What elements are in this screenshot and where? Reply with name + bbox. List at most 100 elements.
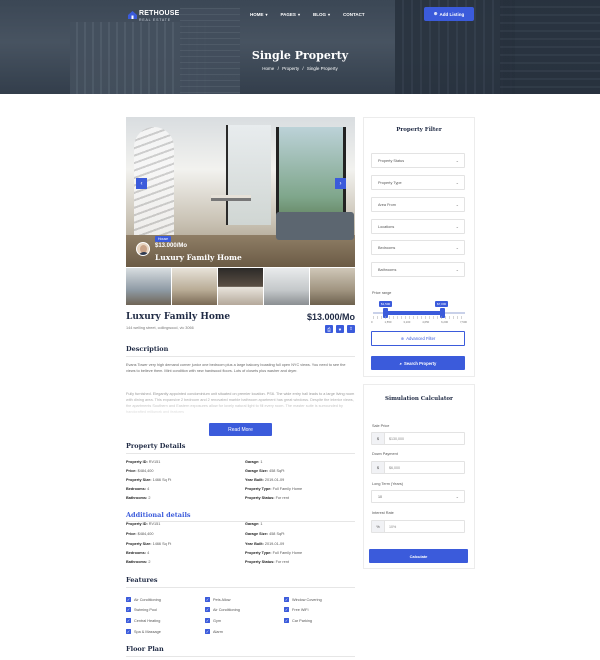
detail-garage-size: Garage Size: 458 SqFt	[245, 469, 285, 473]
additional-bedrooms: Bedrooms: 4	[126, 551, 150, 555]
checkbox-checked-icon: ✓	[205, 618, 210, 623]
thumbnail[interactable]	[172, 268, 217, 305]
area-from-select[interactable]: Area From ⌄	[371, 197, 465, 212]
add-listing-button[interactable]: ⊕ Add Listing	[424, 7, 474, 21]
breadcrumb-current: Single Property	[306, 66, 338, 71]
nav-blog[interactable]: BLOG ▾	[313, 12, 330, 17]
detail-bathrooms: Bathrooms: 2	[126, 496, 151, 500]
checkbox-checked-icon: ✓	[205, 629, 210, 634]
chevron-down-icon: ⌄	[455, 245, 459, 250]
house-logo-icon	[128, 11, 137, 19]
price-slider-range	[385, 311, 442, 315]
feature-item[interactable]: ✓ Free WiFi	[284, 607, 308, 612]
checkbox-checked-icon: ✓	[126, 618, 131, 623]
plus-circle-icon: ⊕	[400, 336, 405, 341]
additional-details-heading: Additional details	[126, 511, 191, 519]
breadcrumb-home[interactable]: Home	[262, 66, 274, 71]
feature-item[interactable]: ✓ Air Conditioning	[205, 607, 240, 612]
agent-avatar[interactable]	[136, 242, 150, 256]
detail-bedrooms: Bedrooms: 4	[126, 487, 150, 491]
search-property-button[interactable]: ⌕ Search Property	[371, 356, 465, 370]
features-heading: Features	[126, 576, 158, 584]
logo-tagline: REAL ESTATE	[139, 18, 171, 22]
down-payment-input[interactable]: $ $6,000	[371, 461, 465, 474]
additional-property-status: Property Status: For rent	[245, 560, 289, 564]
chevron-down-icon: ⌄	[455, 202, 459, 207]
chevron-down-icon: ⌄	[455, 224, 459, 229]
interest-rate-label: Interest Rate	[372, 511, 394, 515]
feature-item[interactable]: ✓ Spa & Massage	[126, 629, 161, 634]
feature-item[interactable]: ✓ Pets Allow	[205, 597, 231, 602]
property-filter-heading: Property Filter	[396, 127, 442, 133]
price-min-tooltip: $1,500	[379, 301, 393, 307]
property-title: Luxury Family Home	[126, 312, 231, 322]
long-term-select[interactable]: 10 ⌄	[371, 490, 465, 503]
property-type-badge: House	[155, 236, 172, 242]
sale-price-label: Sale Price	[372, 424, 390, 428]
print-icon[interactable]: ⎙	[325, 325, 333, 333]
nav-home[interactable]: HOME ▾	[250, 12, 268, 17]
floor-plan-heading: Floor Plan	[126, 645, 164, 653]
bedrooms-select[interactable]: Bedrooms ⌄	[371, 240, 465, 255]
property-status-select[interactable]: Property Status ⌄	[371, 153, 465, 168]
nav-pages[interactable]: PAGES ▾	[281, 12, 300, 17]
thumbnail[interactable]	[126, 268, 171, 305]
feature-item[interactable]: ✓ Window Covering	[284, 597, 322, 602]
breadcrumb: Home / Property / Single Property	[262, 66, 338, 71]
detail-property-id: Property ID: RV151	[126, 460, 161, 464]
gallery-prev-button[interactable]: ‹	[136, 178, 147, 189]
advanced-filter-button[interactable]: ⊕ Advanced Filter	[371, 331, 465, 346]
checkbox-checked-icon: ✓	[284, 618, 289, 623]
chevron-down-icon: ⌄	[455, 267, 459, 272]
feature-item[interactable]: ✓ Central Heating	[126, 618, 160, 623]
additional-property-size: Property Size: 1466 Sq Ft	[126, 542, 172, 546]
checkbox-checked-icon: ✓	[205, 607, 210, 612]
interest-rate-input[interactable]: % 10%	[371, 520, 465, 533]
feature-item[interactable]: ✓ Swiming Pool	[126, 607, 157, 612]
chevron-down-icon: ⌄	[455, 180, 459, 185]
price-slider-ticks: 0 1,550 3,100 4,650 6,200 7,500	[371, 320, 467, 324]
read-more-button[interactable]: Read More	[209, 423, 272, 436]
property-price: $13.000/Mo	[306, 312, 355, 322]
additional-year-built: Year Built: 2019-01-09	[245, 542, 285, 546]
thumbnail[interactable]	[264, 268, 309, 305]
checkbox-checked-icon: ✓	[284, 607, 289, 612]
long-term-label: Long Term (Years)	[372, 482, 404, 486]
feature-item[interactable]: ✓ Car Parking	[284, 618, 312, 623]
property-address: 144 welling street, collingwood, vic 306…	[126, 326, 194, 330]
gallery-next-button[interactable]: ›	[335, 178, 346, 189]
checkbox-checked-icon: ✓	[284, 597, 289, 602]
locations-select[interactable]: Locations ⌄	[371, 219, 465, 234]
thumbnail[interactable]	[310, 268, 355, 305]
detail-year-built: Year Built: 2019-01-09	[245, 478, 285, 482]
property-type-select[interactable]: Property Type ⌄	[371, 175, 465, 190]
feature-item[interactable]: ✓ Alarm	[205, 629, 223, 634]
dollar-icon: $	[372, 433, 385, 444]
feature-item[interactable]: ✓ Gym	[205, 618, 221, 623]
breadcrumb-property[interactable]: Property	[282, 66, 299, 71]
detail-garage: Garage: 1	[245, 460, 263, 464]
share-icon[interactable]: ⇪	[347, 325, 355, 333]
additional-property-id: Property ID: RV151	[126, 522, 161, 526]
bathrooms-select[interactable]: Bathrooms ⌄	[371, 262, 465, 277]
additional-price: Price: $484,400	[126, 532, 154, 536]
detail-property-status: Property Status: For rent	[245, 496, 289, 500]
gallery-price: $13.000/Mo	[155, 243, 188, 249]
thumbnail[interactable]	[218, 268, 263, 305]
simulation-calculator-heading: Simulation Calculator	[385, 396, 453, 402]
site-logo[interactable]: RETHOUSE REAL ESTATE	[128, 9, 188, 23]
additional-property-type: Property Type: Full Family Home	[245, 551, 303, 555]
detail-property-type: Property Type: Full Family Home	[245, 487, 303, 491]
price-max-tooltip: $7,000	[435, 301, 449, 307]
detail-property-size: Property Size: 1466 Sq Ft	[126, 478, 172, 482]
description-paragraph: Evans Tower very high demand corner juni…	[126, 363, 346, 373]
nav-contact[interactable]: CONTACT	[343, 12, 365, 17]
sale-price-input[interactable]: $ $130,000	[371, 432, 465, 445]
additional-garage: Garage: 1	[245, 522, 263, 526]
chevron-down-icon: ▾	[265, 12, 268, 17]
feature-item[interactable]: ✓ Air Conditioning	[126, 597, 161, 602]
main-nav: HOME ▾ PAGES ▾ BLOG ▾ CONTACT	[250, 12, 365, 17]
heart-icon[interactable]: ♥	[336, 325, 344, 333]
search-icon: ⌕	[399, 360, 402, 366]
calculate-button[interactable]: Calculate	[369, 549, 468, 563]
